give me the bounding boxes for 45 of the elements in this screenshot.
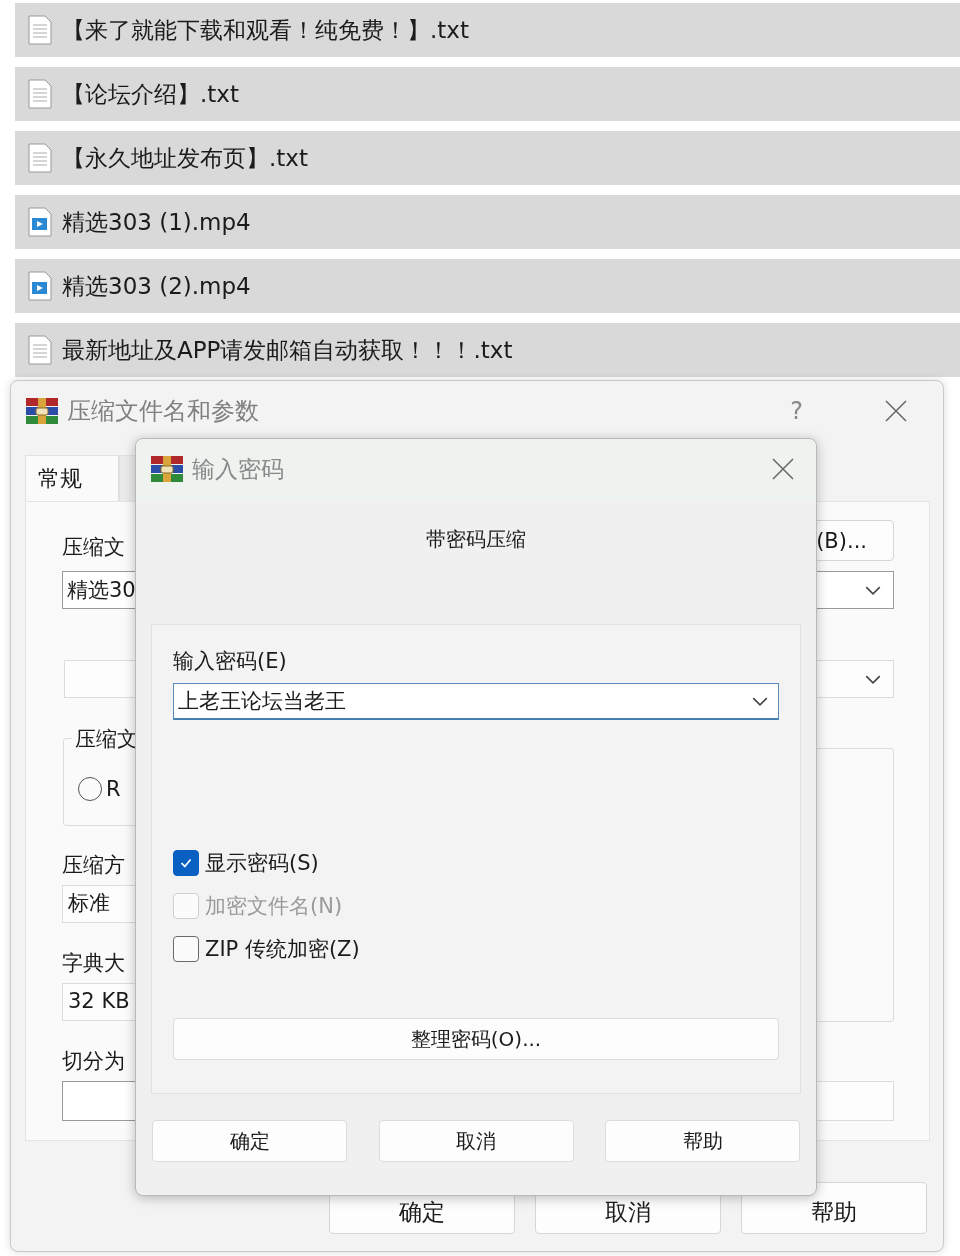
checkbox-label: 显示密码(S): [205, 850, 319, 877]
file-name: 【论坛介绍】.txt: [62, 79, 239, 109]
video-file-icon: [28, 271, 52, 301]
file-row[interactable]: 最新地址及APP请发邮箱自动获取！！！.txt: [15, 323, 960, 377]
window-title: 压缩文件名和参数: [67, 396, 259, 427]
checkbox[interactable]: [173, 936, 199, 962]
archive-icon: [25, 397, 59, 425]
window-title: 输入密码: [192, 454, 284, 484]
organize-passwords-button[interactable]: 整理密码(O)...: [173, 1018, 779, 1060]
field-label: 压缩方: [62, 852, 125, 879]
document-icon: [28, 143, 52, 173]
dialog-button[interactable]: 取消: [378, 1120, 574, 1162]
dialog-heading: 带密码压缩: [425, 526, 527, 553]
radio-label: R: [106, 777, 121, 801]
file-name: 【来了就能下载和观看！纯免费！】.txt: [62, 15, 469, 45]
file-row[interactable]: 【永久地址发布页】.txt: [15, 131, 960, 185]
checkbox-label: 加密文件名(N): [205, 893, 343, 920]
field-label: 压缩文: [62, 534, 125, 561]
document-icon: [28, 79, 52, 109]
close-icon[interactable]: [885, 400, 907, 422]
file-name: 精选303 (2).mp4: [62, 271, 251, 301]
dialog-button[interactable]: 确定: [152, 1120, 347, 1162]
checkbox[interactable]: [173, 850, 199, 876]
field-label: 输入密码(E): [173, 648, 288, 673]
close-icon[interactable]: [772, 458, 794, 480]
video-file-icon: [28, 207, 52, 237]
chevron-down-icon: [865, 585, 881, 595]
tab[interactable]: 常规: [25, 455, 119, 501]
archive-icon: [150, 455, 184, 483]
chevron-down-icon: [865, 674, 881, 684]
chevron-down-icon: [752, 696, 768, 706]
checkbox-label: ZIP 传统加密(Z): [205, 936, 360, 963]
field-label: 切分为: [62, 1048, 125, 1075]
file-name: 【永久地址发布页】.txt: [62, 143, 308, 173]
password-field[interactable]: 上老王论坛当老王: [173, 683, 779, 720]
file-row[interactable]: 【论坛介绍】.txt: [15, 67, 960, 121]
file-row[interactable]: 【来了就能下载和观看！纯免费！】.txt: [15, 3, 960, 57]
file-name: 最新地址及APP请发邮箱自动获取！！！.txt: [62, 335, 513, 365]
file-row[interactable]: 精选303 (1).mp4: [15, 195, 960, 249]
document-icon: [28, 15, 52, 45]
file-row[interactable]: 精选303 (2).mp4: [15, 259, 960, 313]
field-label: 字典大: [62, 950, 125, 977]
file-name: 精选303 (1).mp4: [62, 207, 251, 237]
document-icon: [28, 335, 52, 365]
dialog-button[interactable]: 帮助: [605, 1120, 800, 1162]
